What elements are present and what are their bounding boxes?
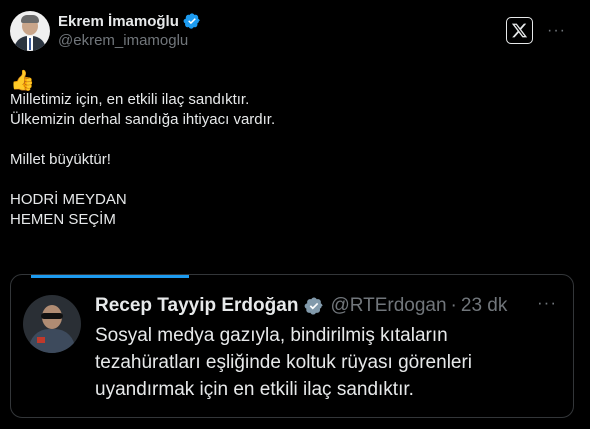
quoted-line: tezahüratları eşliğinde koltuk rüyası gö… bbox=[95, 352, 473, 373]
author-avatar[interactable] bbox=[10, 11, 50, 51]
quoted-line: Sosyal medya gazıyla, bindirilmiş kıtala… bbox=[95, 325, 448, 346]
more-options-icon[interactable]: ··· bbox=[547, 22, 566, 40]
tweet-text: 👍 Milletimiz için, en etkili ilaç sandık… bbox=[10, 70, 570, 230]
verified-badge-icon bbox=[183, 13, 200, 29]
quoted-tweet-text: Sosyal medya gazıyla, bindirilmiş kıtala… bbox=[95, 322, 565, 403]
quoted-author-avatar[interactable] bbox=[23, 295, 81, 353]
tweet-line: Ülkemizin derhal sandığa ihtiyacı vardır… bbox=[10, 111, 276, 128]
quote-highlight-bar bbox=[31, 275, 189, 278]
header-actions: ··· bbox=[506, 17, 566, 44]
separator-dot: · bbox=[450, 295, 457, 316]
more-options-icon[interactable]: ··· bbox=[537, 293, 557, 313]
quoted-author-handle[interactable]: @RTErdogan bbox=[330, 295, 446, 317]
author-display-name[interactable]: Ekrem İmamoğlu bbox=[58, 13, 179, 30]
thumbs-up-emoji: 👍 bbox=[10, 70, 35, 92]
tweet-line bbox=[10, 130, 570, 150]
quoted-timestamp[interactable]: 23 dk bbox=[461, 295, 507, 317]
quoted-line: uyandırmak için en etkili ilaç sandıktır… bbox=[95, 379, 414, 400]
tweet-line: Milletimiz için, en etkili ilaç sandıktı… bbox=[10, 91, 250, 108]
quoted-tweet-card[interactable]: Recep Tayyip Erdoğan @RTErdogan · 23 dk … bbox=[10, 274, 574, 418]
tweet-header: Ekrem İmamoğlu @ekrem_imamoglu ··· bbox=[10, 11, 580, 59]
tweet-line bbox=[10, 170, 570, 190]
verified-badge-icon bbox=[305, 297, 323, 315]
tweet-line: HEMEN SEÇİM bbox=[10, 211, 116, 228]
author-info: Ekrem İmamoğlu @ekrem_imamoglu bbox=[58, 11, 201, 49]
tweet-line: Millet büyüktür! bbox=[10, 151, 111, 168]
quoted-tweet-header: Recep Tayyip Erdoğan @RTErdogan · 23 dk bbox=[95, 293, 507, 319]
author-handle[interactable]: @ekrem_imamoglu bbox=[58, 32, 201, 49]
x-logo-icon[interactable] bbox=[506, 17, 534, 44]
quoted-author-display-name[interactable]: Recep Tayyip Erdoğan bbox=[95, 295, 298, 317]
tweet-line: HODRİ MEYDAN bbox=[10, 191, 127, 208]
